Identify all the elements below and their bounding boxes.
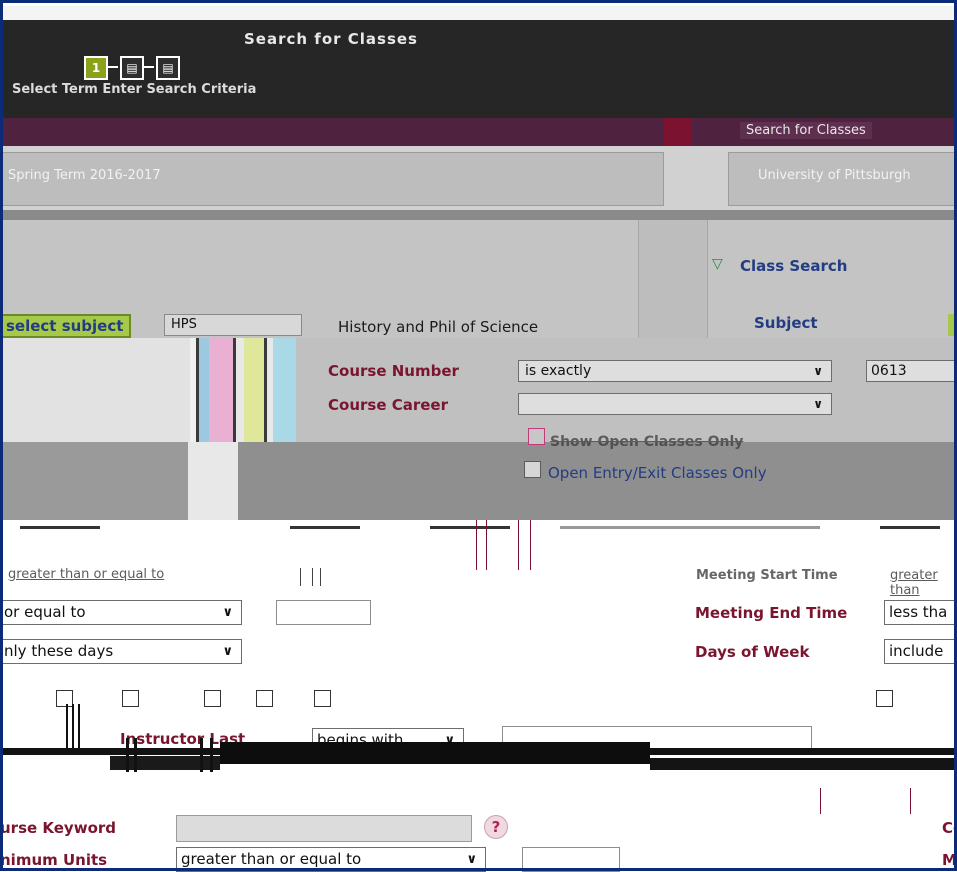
- subject-label: Subject: [754, 314, 818, 332]
- days-left-select[interactable]: nly these days ∨: [0, 639, 242, 664]
- meeting-end-left-select[interactable]: or equal to ∨: [0, 600, 242, 625]
- course-career-label: Course Career: [328, 396, 448, 414]
- divider-line: [134, 738, 137, 772]
- divider-line: [312, 568, 313, 586]
- divider-line: [518, 520, 519, 570]
- panel-columns: [638, 220, 708, 338]
- tab-bar-accent: [664, 118, 692, 146]
- step-3-icon[interactable]: ▤: [156, 56, 180, 80]
- divider-line: [66, 704, 68, 752]
- open-entry-exit-checkbox[interactable]: [524, 461, 541, 478]
- chevron-down-icon: ∨: [813, 397, 823, 411]
- options-white-block: [188, 442, 238, 520]
- header-top-strip: [0, 6, 957, 20]
- right-accent: [948, 314, 957, 336]
- course-number-operator-select[interactable]: is exactly ∨: [518, 360, 832, 382]
- institution-text: University of Pittsburgh: [758, 168, 911, 183]
- meeting-left-input[interactable]: [276, 600, 371, 625]
- term-text: Spring Term 2016-2017: [8, 168, 161, 183]
- divider-line: [200, 738, 203, 772]
- section-divider: [0, 520, 957, 536]
- chevron-down-icon: ∨: [466, 852, 477, 867]
- right-column-label: Co: [942, 819, 957, 837]
- dark-bar: [220, 742, 650, 764]
- divider-line: [78, 704, 80, 752]
- days-of-week-operator-value: include: [889, 642, 944, 660]
- course-career-select[interactable]: ∨: [518, 393, 832, 415]
- days-of-week-label: Days of Week: [695, 643, 810, 661]
- course-number-input[interactable]: 0613: [866, 360, 957, 382]
- minimum-units-operator-value: greater than or equal to: [181, 850, 362, 868]
- day-checkbox[interactable]: [256, 690, 273, 707]
- meeting-start-operator[interactable]: greater than or equal to: [8, 567, 164, 582]
- minimum-units-input[interactable]: [522, 847, 620, 872]
- days-of-week-operator-select[interactable]: include: [884, 639, 957, 664]
- dark-bar: [650, 758, 957, 770]
- day-checkbox[interactable]: [204, 690, 221, 707]
- chevron-down-icon: ∨: [813, 364, 823, 378]
- tab-search-for-classes[interactable]: Search for Classes: [740, 122, 872, 139]
- day-checkbox[interactable]: [56, 690, 73, 707]
- divider-line: [320, 568, 321, 586]
- day-checkbox[interactable]: [122, 690, 139, 707]
- panel-bar: [244, 338, 264, 442]
- meeting-end-operator-select[interactable]: less tha: [884, 600, 957, 625]
- step-connector: [108, 66, 118, 68]
- panel-bar: [209, 338, 233, 442]
- divider-line: [486, 520, 487, 570]
- chevron-down-icon: ∨: [222, 644, 233, 659]
- subject-description: History and Phil of Science: [338, 318, 539, 336]
- course-number-label: Course Number: [328, 362, 459, 380]
- divider-line: [910, 788, 911, 814]
- open-classes-only-checkbox[interactable]: [528, 428, 545, 445]
- open-classes-only-label: Show Open Classes Only: [550, 434, 744, 450]
- page-title: Search for Classes: [244, 30, 418, 48]
- panel-bar: [236, 338, 244, 442]
- field-pane: [296, 338, 957, 442]
- divider-line: [300, 568, 301, 586]
- step-connector: [144, 66, 154, 68]
- meeting-end-left-value: or equal to: [4, 603, 86, 621]
- divider-line: [820, 788, 821, 814]
- days-left-value: nly these days: [4, 642, 114, 660]
- day-checkbox[interactable]: [314, 690, 331, 707]
- divider-line: [210, 738, 213, 772]
- divider-line: [476, 520, 477, 570]
- minimum-units-operator-select[interactable]: greater than or equal to ∨: [176, 847, 486, 872]
- meeting-start-right-operator[interactable]: greater than: [890, 568, 957, 598]
- subject-input[interactable]: HPS: [164, 314, 302, 336]
- divider-line: [530, 520, 531, 570]
- chevron-down-icon: ∨: [222, 605, 233, 620]
- course-number-operator-value: is exactly: [525, 363, 592, 379]
- wizard-label: Select Term Enter Search Criteria: [12, 82, 257, 97]
- minimum-units-label: nimum Units: [0, 851, 108, 869]
- select-subject-button[interactable]: select subject: [0, 314, 131, 338]
- step-1-icon[interactable]: 1: [84, 56, 108, 80]
- left-pane: [0, 338, 190, 442]
- right-column-label: M: [942, 851, 957, 869]
- collapse-triangle-icon[interactable]: ▽: [712, 256, 723, 272]
- options-left: [0, 442, 188, 520]
- help-icon[interactable]: ?: [484, 815, 508, 839]
- meeting-start-label: Meeting Start Time: [696, 568, 838, 583]
- course-keyword-label: urse Keyword: [0, 819, 117, 837]
- meeting-end-label: Meeting End Time: [695, 604, 848, 622]
- divider-line: [72, 704, 74, 752]
- instruction-strip: [0, 210, 957, 220]
- open-entry-exit-label: Open Entry/Exit Classes Only: [548, 464, 767, 482]
- day-checkbox[interactable]: [876, 690, 893, 707]
- course-keyword-input[interactable]: [176, 815, 472, 842]
- divider-line: [126, 738, 129, 772]
- panel-bar: [199, 338, 209, 442]
- step-2-icon[interactable]: ▤: [120, 56, 144, 80]
- panel-bar: [273, 338, 296, 442]
- section-title[interactable]: Class Search: [740, 257, 847, 275]
- meeting-end-operator-value: less tha: [889, 603, 948, 621]
